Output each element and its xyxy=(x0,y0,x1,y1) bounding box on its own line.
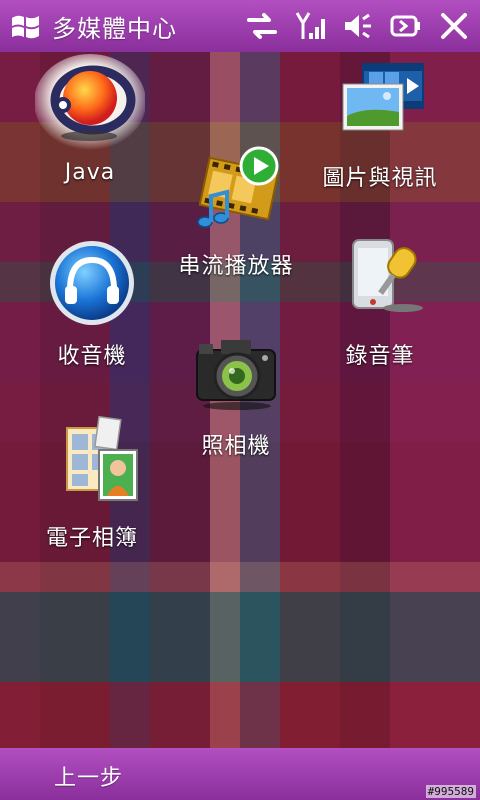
item-label: 圖片與視訊 xyxy=(322,166,438,191)
close-icon[interactable] xyxy=(434,6,474,46)
signal-icon[interactable] xyxy=(290,6,330,46)
item-label: Java xyxy=(64,160,116,185)
item-label: 收音機 xyxy=(57,344,127,369)
camera-app[interactable]: 照相機 xyxy=(156,318,316,460)
watermark: #995589 xyxy=(425,785,476,798)
app-title: 多媒體中心 xyxy=(52,14,177,43)
windows-start-icon[interactable] xyxy=(6,7,46,47)
pictures-videos-app[interactable]: 圖片與視訊 xyxy=(300,50,460,192)
item-label: 電子相簿 xyxy=(45,526,138,551)
voice-recorder-app[interactable]: 錄音筆 xyxy=(300,228,460,370)
item-label: 錄音筆 xyxy=(345,344,415,369)
item-label: 串流播放器 xyxy=(178,254,294,279)
photo-album-icon xyxy=(37,410,147,520)
radio-app[interactable]: 收音機 xyxy=(12,228,172,370)
headphones-icon xyxy=(37,228,147,338)
camera-icon xyxy=(181,318,291,428)
streaming-player-app[interactable]: 串流播放器 xyxy=(156,138,316,280)
pictures-videos-icon xyxy=(325,50,435,160)
voice-recorder-icon xyxy=(325,228,435,338)
softkey-bar: 上一步 xyxy=(0,748,480,800)
data-sync-icon[interactable] xyxy=(242,6,282,46)
photo-album-app[interactable]: 電子相簿 xyxy=(12,410,172,552)
volume-icon[interactable] xyxy=(338,6,378,46)
item-label: 照相機 xyxy=(201,434,271,459)
battery-icon[interactable] xyxy=(386,6,426,46)
status-icons xyxy=(234,0,480,52)
title-bar: 多媒體中心 xyxy=(0,0,480,52)
streaming-player-icon xyxy=(181,138,291,248)
java-icon xyxy=(34,50,146,160)
back-softkey[interactable]: 上一步 xyxy=(54,760,123,792)
java-app[interactable]: Java xyxy=(10,50,170,185)
